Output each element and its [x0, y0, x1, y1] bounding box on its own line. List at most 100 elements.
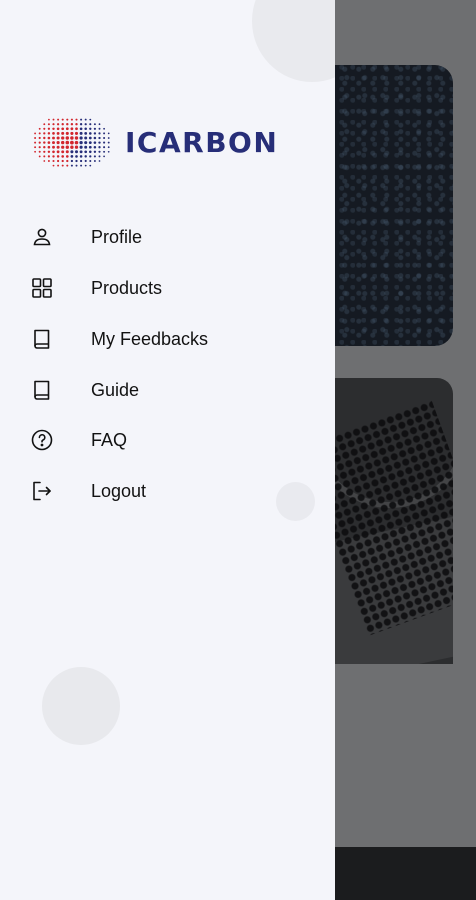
logo-dot	[79, 123, 83, 126]
logo-dot	[52, 150, 55, 154]
logo-dot	[56, 136, 60, 140]
logo-dot	[89, 159, 92, 163]
logo-dot	[66, 164, 69, 167]
logo-dot	[34, 141, 37, 144]
logo-dot	[38, 127, 41, 130]
logo-dot	[79, 136, 83, 140]
decorative-circle	[42, 667, 120, 745]
menu-item-products[interactable]: Products	[0, 263, 335, 313]
logo-dot	[70, 164, 73, 167]
logo-dot	[34, 146, 37, 149]
logo-dot	[70, 131, 74, 135]
logo-dot	[75, 118, 78, 121]
logo-dot	[65, 127, 69, 131]
logo-dot	[98, 160, 101, 162]
logo-dot	[75, 159, 78, 163]
logo-dot	[57, 164, 60, 167]
logo-dot	[47, 160, 50, 162]
logo-dot	[61, 136, 65, 140]
logo-dot	[61, 145, 65, 149]
logo-dot	[89, 127, 92, 130]
logo-dot	[47, 136, 51, 140]
logo-dot	[84, 150, 88, 154]
logo-dot	[61, 159, 64, 163]
logo-dot	[38, 132, 41, 135]
logo-dot	[47, 150, 51, 154]
logo-dot	[61, 123, 64, 126]
logo-dot	[107, 146, 110, 149]
logo-dot	[84, 145, 88, 149]
logo-dot	[89, 155, 92, 158]
logo-dot	[38, 150, 41, 153]
book-icon	[29, 377, 55, 403]
menu-item-my-feedbacks[interactable]: My Feedbacks	[0, 314, 335, 364]
logo-dot	[89, 118, 92, 121]
logo-dot	[66, 159, 69, 163]
logo-dot	[43, 127, 46, 130]
logo-dot	[84, 127, 87, 131]
logo-dot	[84, 141, 88, 145]
logo-dot	[52, 155, 55, 158]
logo-dot	[47, 155, 50, 158]
logo-dot	[84, 132, 88, 135]
logo-dot	[107, 141, 110, 144]
logo-dot	[103, 127, 105, 130]
logo-dot	[75, 127, 78, 131]
logo-dot	[103, 132, 106, 135]
logo-dot	[70, 118, 73, 121]
logo-dot	[107, 132, 110, 135]
logo-dot	[84, 159, 87, 163]
logo-dot	[52, 159, 55, 163]
logo-dot	[88, 141, 92, 144]
logo-dot	[61, 164, 64, 167]
logo-dot	[65, 155, 69, 158]
logo-dot	[80, 118, 83, 121]
logo-dot	[56, 145, 60, 149]
logo-dot	[75, 123, 78, 126]
brand-logo: ICARBON	[29, 113, 309, 171]
logo-dot	[56, 127, 60, 131]
menu-item-profile[interactable]: Profile	[0, 212, 335, 262]
menu-item-label: Profile	[91, 226, 143, 247]
logo-dot	[56, 141, 60, 145]
logo-dot	[89, 164, 92, 167]
logo-dot	[103, 150, 106, 153]
menu-item-logout[interactable]: Logout	[0, 466, 335, 516]
logo-dot	[70, 145, 74, 149]
logo-dot	[98, 155, 101, 158]
logo-dot	[98, 123, 101, 126]
logo-dot	[74, 140, 79, 145]
logo-dot	[93, 155, 96, 158]
logo-dot	[70, 150, 74, 154]
logo-dot	[47, 145, 51, 149]
logo-dot	[84, 164, 87, 167]
logo-dot	[84, 136, 88, 140]
logo-dot	[93, 150, 97, 153]
logo-dot	[79, 145, 83, 149]
logo-dot	[56, 150, 60, 154]
logo-dot	[43, 123, 46, 126]
logo-dot	[56, 155, 60, 158]
logo-dot	[93, 123, 96, 126]
logout-icon	[29, 478, 55, 504]
logo-dot	[93, 160, 96, 162]
logo-dot	[61, 155, 64, 158]
logo-dot	[74, 136, 79, 140]
logo-dot	[38, 136, 41, 140]
logo-dot	[43, 160, 46, 162]
logo-dot	[43, 150, 46, 153]
logo-dot	[88, 136, 92, 140]
logo-dot	[79, 155, 83, 158]
logo-dot	[52, 141, 55, 145]
logo-dot	[75, 164, 78, 167]
logo-mark-icon	[34, 118, 110, 167]
logo-dot	[98, 132, 101, 135]
logo-dot	[43, 141, 46, 144]
logo-dot	[70, 136, 74, 140]
menu-item-guide[interactable]: Guide	[0, 365, 335, 415]
logo-dot	[65, 136, 70, 140]
logo-dot	[80, 164, 83, 167]
menu-item-faq[interactable]: FAQ	[0, 415, 335, 465]
logo-dot	[84, 155, 87, 158]
logo-dot	[98, 136, 101, 140]
